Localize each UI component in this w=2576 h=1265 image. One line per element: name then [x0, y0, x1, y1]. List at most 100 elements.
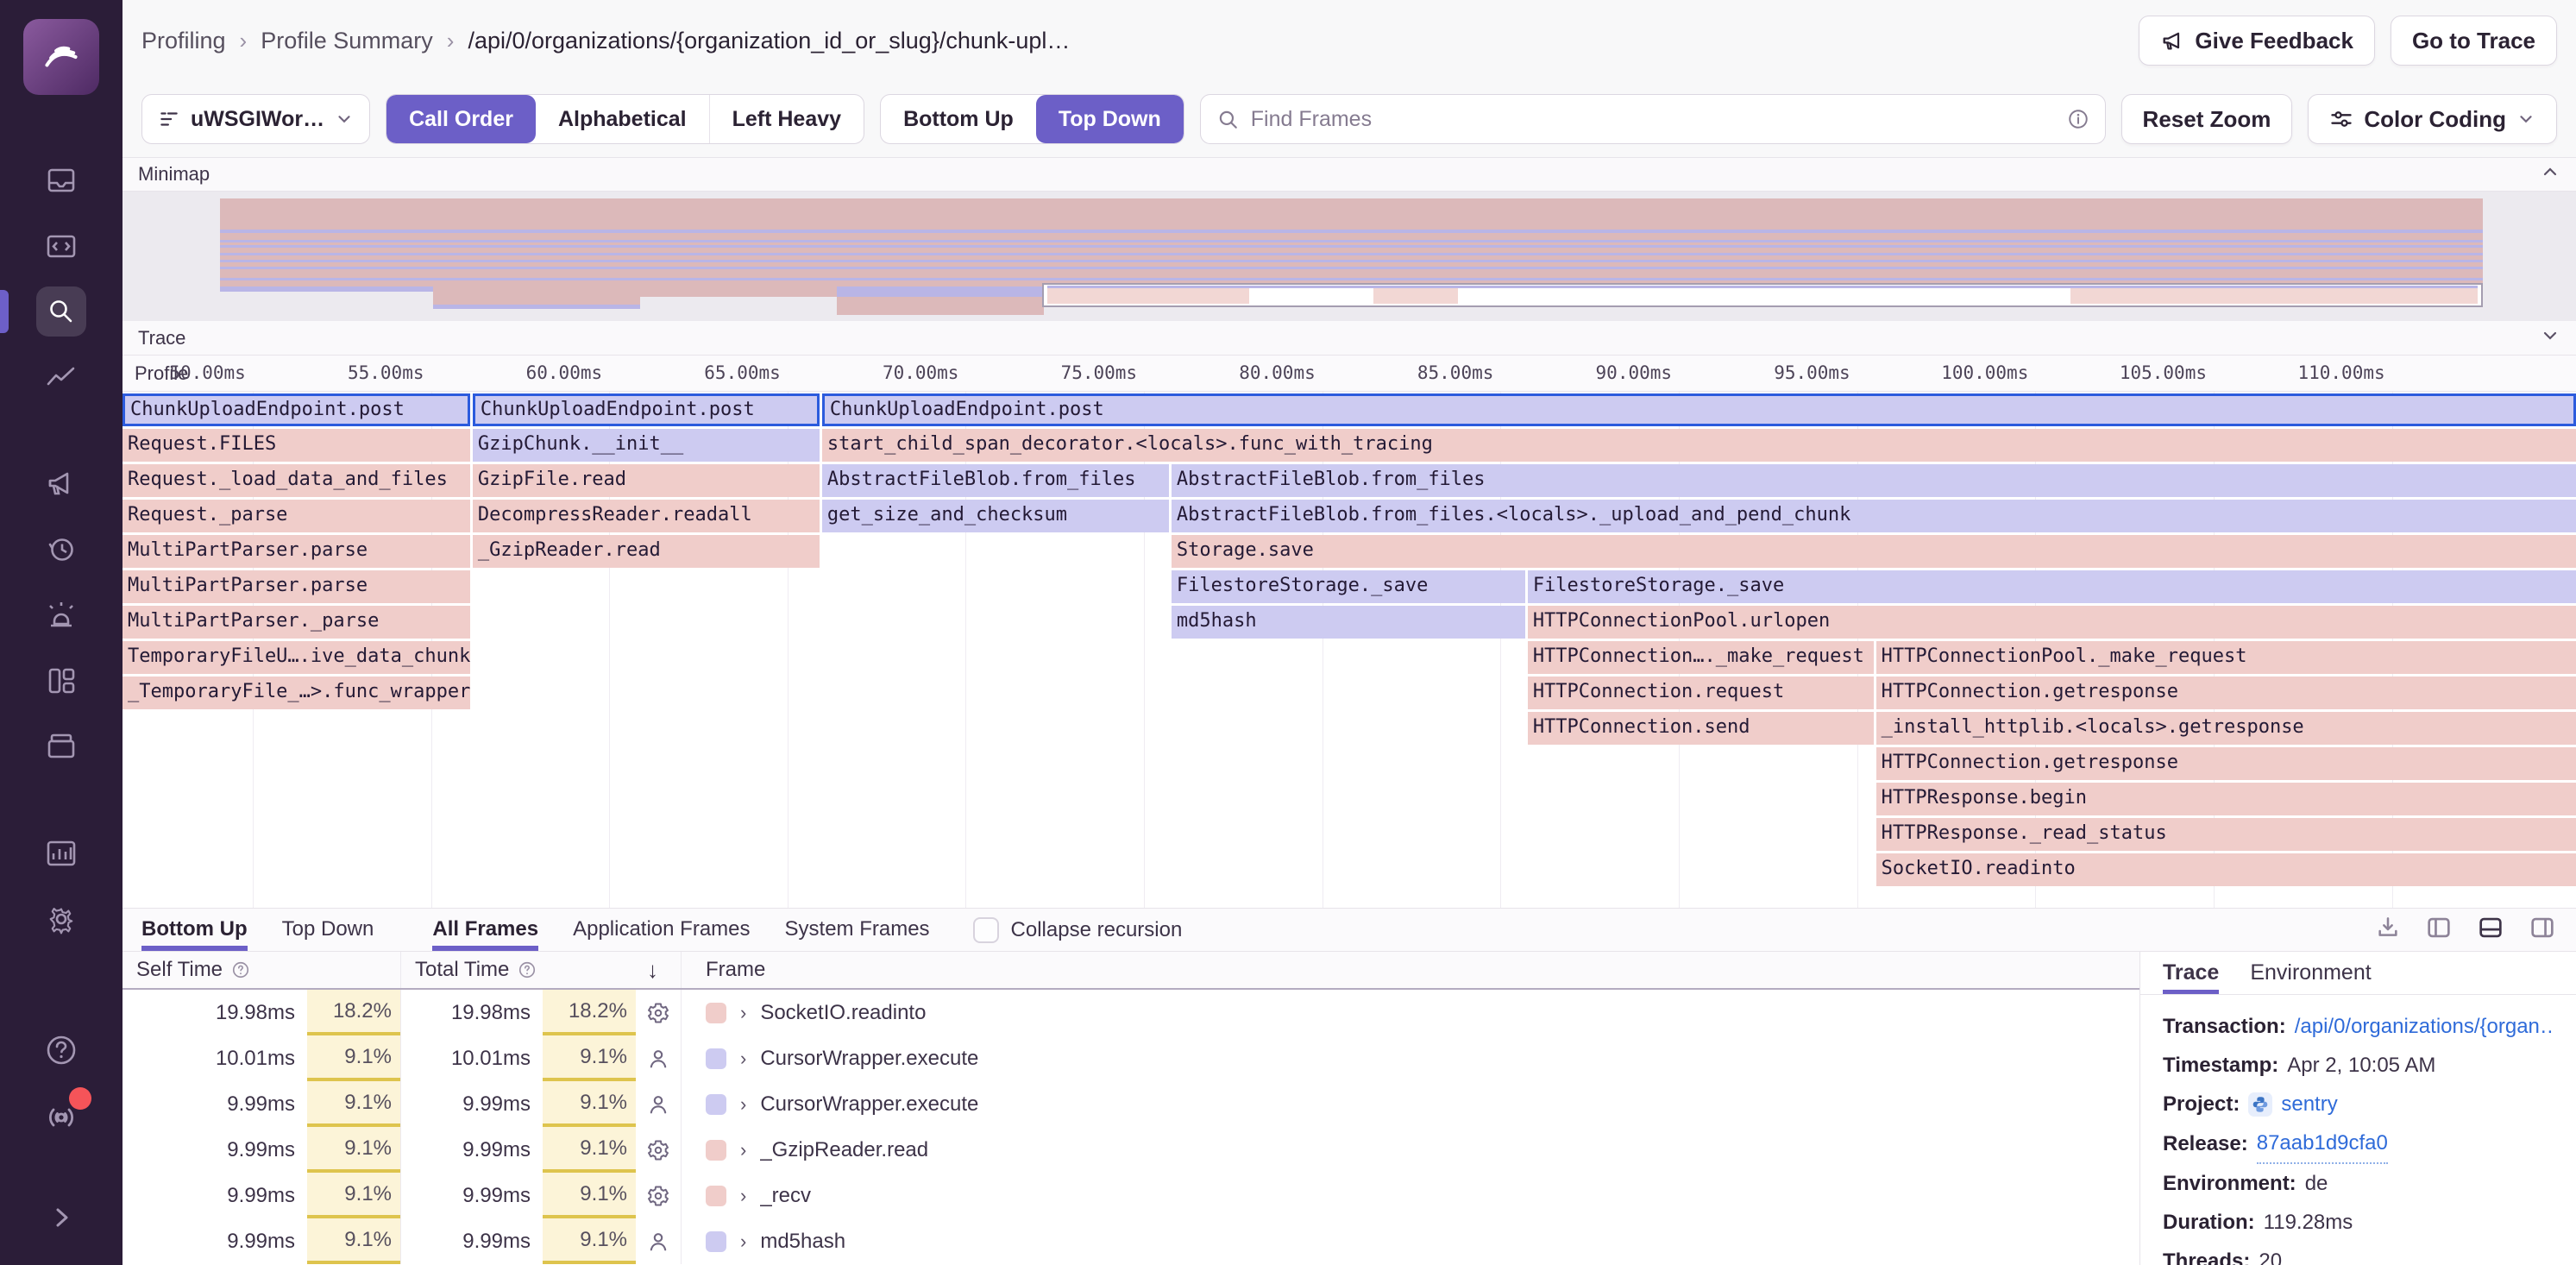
flame-frame[interactable]: HTTPConnectionPool._make_request — [1876, 641, 2576, 674]
flame-frame[interactable]: md5hash — [1172, 606, 1525, 639]
sidebar-item-stats[interactable] — [36, 828, 86, 878]
flame-frame[interactable]: Request._parse — [123, 500, 470, 532]
flame-frame[interactable]: ChunkUploadEndpoint.post — [473, 393, 820, 426]
sidebar-item-issues[interactable] — [36, 155, 86, 205]
minimap-canvas[interactable] — [123, 192, 2576, 321]
tab-application-frames[interactable]: Application Frames — [573, 909, 750, 951]
layout-left-icon[interactable] — [2424, 913, 2453, 947]
sidebar-item-settings[interactable] — [36, 894, 86, 944]
expand-row-icon[interactable]: › — [740, 1093, 746, 1116]
whats-new-icon[interactable] — [36, 1091, 86, 1141]
flame-frame[interactable]: ChunkUploadEndpoint.post — [822, 393, 2576, 426]
find-frames-search[interactable] — [1200, 94, 2106, 144]
flame-frame[interactable]: HTTPResponse.begin — [1876, 783, 2576, 815]
layout-right-icon[interactable] — [2528, 913, 2557, 947]
flame-frame[interactable]: _GzipReader.read — [473, 535, 820, 568]
flame-frame[interactable]: MultiPartParser.parse — [123, 570, 470, 603]
tab-system-frames[interactable]: System Frames — [785, 909, 930, 951]
find-frames-input[interactable] — [1251, 107, 2055, 132]
flame-frame[interactable]: _install_httplib.<locals>.getresponse — [1876, 712, 2576, 745]
table-row[interactable]: 9.99ms9.1%9.99ms9.1%›_GzipReader.read — [123, 1127, 2139, 1173]
flame-chart[interactable]: ChunkUploadEndpoint.postChunkUploadEndpo… — [123, 392, 2576, 908]
collapse-minimap-icon[interactable] — [2540, 161, 2560, 187]
flame-frame[interactable]: SocketIO.readinto — [1876, 853, 2576, 886]
sidebar-item-replays[interactable] — [36, 525, 86, 575]
flame-frame[interactable]: ChunkUploadEndpoint.post — [123, 393, 470, 426]
sort-option-alphabetical[interactable]: Alphabetical — [536, 95, 709, 143]
collapse-recursion-checkbox[interactable] — [973, 917, 999, 943]
direction-option-top-down[interactable]: Top Down — [1036, 95, 1184, 143]
breadcrumb-profiling[interactable]: Profiling — [141, 28, 226, 54]
flame-frame[interactable]: HTTPConnection.getresponse — [1876, 677, 2576, 709]
tab-top-down[interactable]: Top Down — [282, 909, 374, 951]
flame-frame[interactable]: AbstractFileBlob.from_files — [822, 464, 1169, 497]
minimap-viewport[interactable] — [1042, 283, 2483, 307]
export-download-icon[interactable] — [2374, 914, 2402, 946]
sort-option-left-heavy[interactable]: Left Heavy — [709, 95, 864, 143]
flame-frame[interactable]: MultiPartParser.parse — [123, 535, 470, 568]
go-to-trace-button[interactable]: Go to Trace — [2391, 16, 2557, 66]
flame-frame[interactable]: AbstractFileBlob.from_files.<locals>._up… — [1172, 500, 2576, 532]
flame-frame[interactable]: GzipChunk.__init__ — [473, 429, 820, 462]
sort-option-call-order[interactable]: Call Order — [386, 95, 536, 143]
total-time-header[interactable]: Total Time — [401, 958, 537, 982]
tab-bottom-up[interactable]: Bottom Up — [141, 909, 248, 951]
release-link[interactable]: 87aab1d9cfa0 — [2257, 1123, 2388, 1164]
flame-frame[interactable]: AbstractFileBlob.from_files — [1172, 464, 2576, 497]
frame-header[interactable]: Frame — [682, 952, 2139, 988]
collapse-trace-icon[interactable] — [2540, 325, 2560, 351]
collapse-recursion-toggle[interactable]: Collapse recursion — [973, 909, 1183, 951]
flame-frame[interactable]: HTTPConnection.send — [1528, 712, 1874, 745]
sidebar-item-releases[interactable] — [36, 721, 86, 771]
sort-desc-icon[interactable]: ↓ — [647, 957, 658, 984]
tab-all-frames[interactable]: All Frames — [432, 909, 538, 951]
expand-row-icon[interactable]: › — [740, 1185, 746, 1207]
expand-sidebar-icon[interactable] — [36, 1193, 86, 1243]
flame-frame[interactable]: HTTPConnection.getresponse — [1876, 747, 2576, 780]
details-tab-trace[interactable]: Trace — [2163, 952, 2219, 994]
breadcrumb-profile-summary[interactable]: Profile Summary — [261, 28, 433, 54]
layout-bottom-icon[interactable] — [2476, 913, 2505, 947]
flame-frame[interactable]: MultiPartParser._parse — [123, 606, 470, 639]
flame-frame[interactable]: HTTPConnection…._make_request — [1528, 641, 1874, 674]
expand-row-icon[interactable]: › — [740, 1002, 746, 1024]
flame-frame[interactable]: Request.FILES — [123, 429, 470, 462]
flame-frame[interactable]: HTTPResponse._read_status — [1876, 818, 2576, 851]
self-time-header[interactable]: Self Time — [123, 958, 250, 982]
flame-frame[interactable]: get_size_and_checksum — [822, 500, 1169, 532]
detail-link[interactable]: /api/0/organizations/{organ… — [2295, 1007, 2554, 1046]
sidebar-item-feedback[interactable] — [36, 459, 86, 509]
flame-frame[interactable]: DecompressReader.readall — [473, 500, 820, 532]
color-coding-button[interactable]: Color Coding — [2308, 94, 2557, 144]
sentry-logo-icon[interactable] — [23, 19, 99, 95]
details-tab-environment[interactable]: Environment — [2250, 952, 2371, 994]
direction-option-bottom-up[interactable]: Bottom Up — [881, 95, 1036, 143]
sidebar-item-search[interactable] — [36, 286, 86, 337]
expand-row-icon[interactable]: › — [740, 1139, 746, 1161]
flame-frame[interactable]: _TemporaryFile_…>.func_wrapper — [123, 677, 470, 709]
table-row[interactable]: 9.99ms9.1%9.99ms9.1%›CursorWrapper.execu… — [123, 1081, 2139, 1127]
help-icon[interactable] — [36, 1025, 86, 1075]
table-row[interactable]: 9.99ms9.1%9.99ms9.1%›md5hash — [123, 1218, 2139, 1264]
sidebar-item-dashboards[interactable] — [36, 656, 86, 706]
flame-frame[interactable]: FilestoreStorage._save — [1528, 570, 2576, 603]
flame-frame[interactable]: Request._load_data_and_files — [123, 464, 470, 497]
table-row[interactable]: 19.98ms18.2%19.98ms18.2%›SocketIO.readin… — [123, 990, 2139, 1035]
table-row[interactable]: 9.99ms9.1%9.99ms9.1%›_recv — [123, 1173, 2139, 1218]
project-link[interactable]: sentry — [2281, 1085, 2337, 1123]
sidebar-item-alerts[interactable] — [36, 590, 86, 640]
flame-frame[interactable]: GzipFile.read — [473, 464, 820, 497]
sidebar-item-metrics[interactable] — [36, 352, 86, 402]
flame-frame[interactable]: FilestoreStorage._save — [1172, 570, 1525, 603]
give-feedback-button[interactable]: Give Feedback — [2139, 16, 2375, 66]
flame-frame[interactable]: HTTPConnection.request — [1528, 677, 1874, 709]
flame-frame[interactable]: HTTPConnectionPool.urlopen — [1528, 606, 2576, 639]
expand-row-icon[interactable]: › — [740, 1048, 746, 1070]
thread-selector-dropdown[interactable]: uWSGIWor… — [141, 94, 370, 144]
flame-frame[interactable]: TemporaryFileU….ive_data_chunk — [123, 641, 470, 674]
expand-row-icon[interactable]: › — [740, 1230, 746, 1253]
reset-zoom-button[interactable]: Reset Zoom — [2121, 94, 2293, 144]
flame-frame[interactable]: Storage.save — [1172, 535, 2576, 568]
table-row[interactable]: 10.01ms9.1%10.01ms9.1%›CursorWrapper.exe… — [123, 1035, 2139, 1081]
sidebar-item-projects[interactable] — [36, 221, 86, 271]
